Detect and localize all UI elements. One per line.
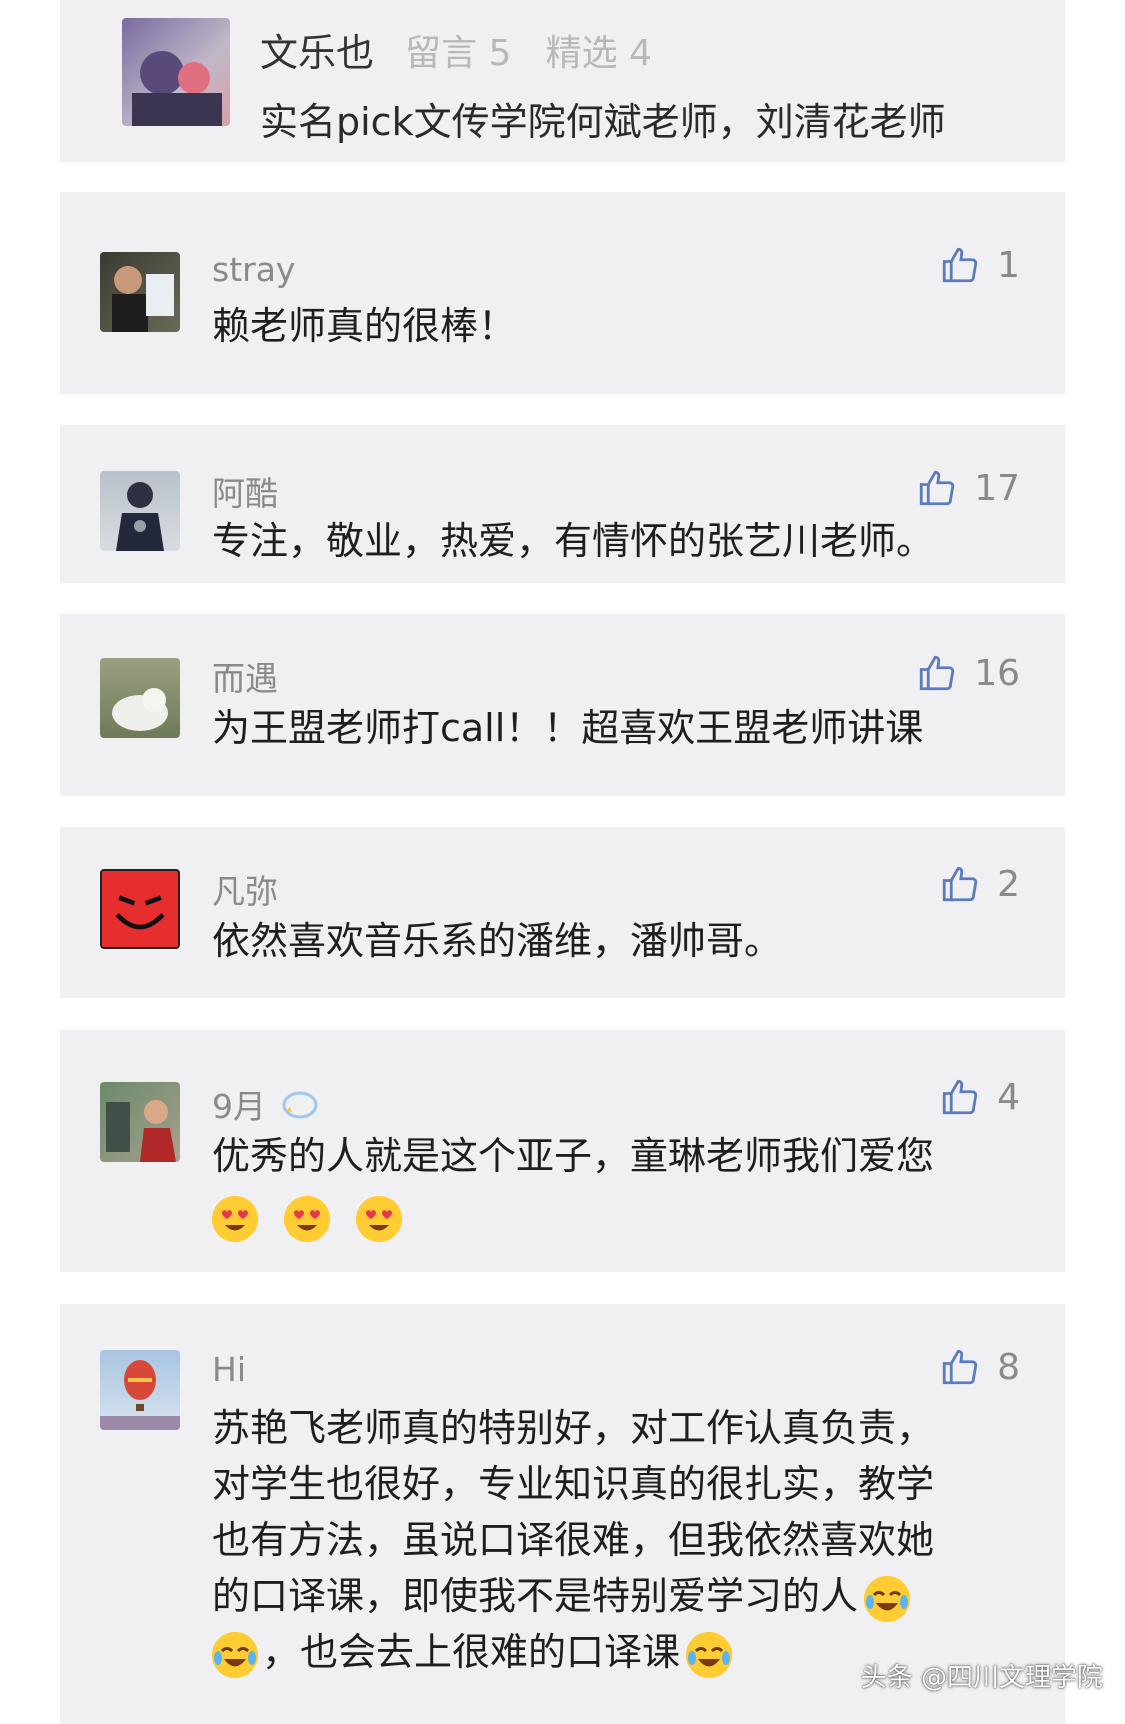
user-name[interactable]: 凡弥 bbox=[212, 865, 278, 913]
comment-card: 阿酷 17 专注，敬业，热爱，有情怀的张艺川老师。 bbox=[60, 425, 1065, 583]
thumbs-up-icon bbox=[920, 470, 955, 506]
user-avatar[interactable] bbox=[100, 1082, 180, 1162]
thumbs-up-icon bbox=[920, 655, 955, 691]
like-count: 2 bbox=[997, 863, 1020, 905]
heart-eyes-emoji-icon bbox=[212, 1195, 258, 1242]
comment-line: 对学生也很好，专业知识真的很扎实，教学 bbox=[212, 1462, 935, 1506]
like-count: 16 bbox=[974, 652, 1020, 694]
comment-text: 苏艳飞老师真的特别好，对工作认真负责， 对学生也很好，专业知识真的很扎实，教学 … bbox=[212, 1400, 1062, 1680]
comment-stats: 留言 5 精选 4 bbox=[405, 33, 653, 74]
tears-of-joy-emoji-icon bbox=[212, 1631, 258, 1678]
user-name[interactable]: 9月 bbox=[212, 1080, 320, 1128]
like-button[interactable]: 16 bbox=[916, 652, 1020, 694]
comment-text: 专注，敬业，热爱，有情怀的张艺川老师。 bbox=[212, 519, 935, 563]
thumbs-up-icon bbox=[942, 866, 978, 902]
thumbs-up-icon bbox=[942, 247, 978, 283]
comment-line: 的口译课，即使我不是特别爱学习的人 bbox=[212, 1568, 1062, 1624]
user-name[interactable]: 阿酷 bbox=[212, 467, 278, 515]
user-name[interactable]: Hi bbox=[212, 1350, 246, 1389]
like-count: 1 bbox=[997, 244, 1020, 286]
user-avatar[interactable] bbox=[100, 1350, 180, 1430]
comment-card: 凡弥 2 依然喜欢音乐系的潘维，潘帅哥。 bbox=[60, 827, 1065, 998]
user-name[interactable]: 而遇 bbox=[212, 652, 278, 700]
tears-of-joy-emoji-icon bbox=[864, 1575, 911, 1622]
user-avatar[interactable] bbox=[100, 869, 180, 949]
user-avatar[interactable] bbox=[100, 471, 180, 551]
comment-card: 而遇 16 为王盟老师打call！！超喜欢王盟老师讲课 bbox=[60, 614, 1065, 796]
like-button[interactable]: 1 bbox=[939, 244, 1020, 286]
comment-text: 依然喜欢音乐系的潘维，潘帅哥。 bbox=[212, 919, 783, 963]
comment-text: 实名pick文传学院何斌老师，刘清花老师 bbox=[260, 100, 946, 144]
like-count: 8 bbox=[997, 1346, 1020, 1388]
comment-line: 也有方法，虽说口译很难，但我依然喜欢她 bbox=[212, 1518, 935, 1562]
comment-card: stray 1 赖老师真的很棒！ bbox=[60, 192, 1065, 394]
decoration-icon bbox=[282, 1091, 318, 1119]
user-avatar[interactable] bbox=[122, 18, 230, 126]
emoji-row bbox=[212, 1188, 1062, 1244]
heart-eyes-emoji-icon bbox=[356, 1195, 403, 1242]
like-count: 17 bbox=[974, 467, 1020, 509]
heart-eyes-emoji-icon bbox=[284, 1195, 331, 1242]
watermark: 头条 @四川文理学院 bbox=[860, 1663, 1103, 1693]
like-button[interactable]: 8 bbox=[939, 1346, 1020, 1388]
top-comment-card: 文乐也 留言 5 精选 4 实名pick文传学院何斌老师，刘清花老师 bbox=[60, 0, 1065, 162]
user-name[interactable]: 文乐也 bbox=[260, 22, 374, 77]
tears-of-joy-emoji-icon bbox=[686, 1631, 733, 1678]
user-avatar[interactable] bbox=[100, 658, 180, 738]
comment-text: 赖老师真的很棒！ bbox=[212, 304, 517, 348]
comment-card: 9月 4 优秀的人就是这个亚子，童琳老师我们爱您 bbox=[60, 1030, 1065, 1272]
user-avatar[interactable] bbox=[100, 252, 180, 332]
comment-line: 苏艳飞老师真的特别好，对工作认真负责， bbox=[212, 1406, 935, 1450]
like-button[interactable]: 4 bbox=[939, 1076, 1020, 1118]
thumbs-up-icon bbox=[942, 1079, 978, 1115]
comment-text: 为王盟老师打call！！超喜欢王盟老师讲课 bbox=[212, 706, 924, 750]
comment-line: 优秀的人就是这个亚子，童琳老师我们爱您 bbox=[212, 1134, 935, 1178]
like-button[interactable]: 17 bbox=[916, 467, 1020, 509]
like-count: 4 bbox=[997, 1076, 1020, 1118]
thumbs-up-icon bbox=[942, 1349, 978, 1385]
like-button[interactable]: 2 bbox=[939, 863, 1020, 905]
user-name[interactable]: stray bbox=[212, 250, 295, 289]
comment-text: 优秀的人就是这个亚子，童琳老师我们爱您 bbox=[212, 1128, 1062, 1244]
